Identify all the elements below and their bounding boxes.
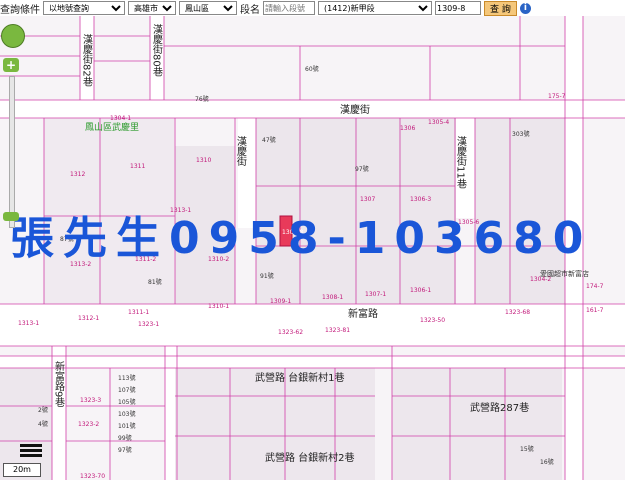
house-number: 47號 (262, 136, 276, 144)
house-number: 4號 (38, 420, 48, 428)
lot-label: 1304-2 (530, 276, 551, 283)
house-number: 76號 (195, 95, 209, 103)
lot-label: 175-7 (548, 93, 566, 100)
lot-label: 1306-1 (410, 287, 431, 294)
house-number: 81號 (148, 278, 162, 286)
district-select[interactable]: 鳳山區 (179, 1, 237, 15)
lot-label: 1323-70 (80, 473, 105, 480)
house-number: 16號 (540, 458, 554, 466)
zoom-slider-track[interactable] (9, 76, 15, 228)
lot-label: 1311-1 (128, 309, 149, 316)
house-number: 97號 (118, 446, 132, 454)
house-number: 60號 (305, 65, 319, 73)
lot-label: 1323-62 (278, 329, 303, 336)
road-label-wuqing-lane2: 武營路 台銀新村2巷 (265, 451, 355, 464)
house-number: 99號 (118, 434, 132, 442)
house-number: 303號 (512, 130, 529, 138)
lot-label: 1307-1 (365, 291, 386, 298)
house-number: 103號 (118, 410, 135, 418)
lot-label: 1306 (400, 125, 415, 132)
pan-rosette-icon[interactable] (1, 24, 25, 48)
lot-label: 174-7 (586, 283, 604, 290)
lot-label: 1323-50 (420, 317, 445, 324)
lot-label: 1323-68 (505, 309, 530, 316)
road-label-lane-82: 漢慶街82巷 (81, 33, 93, 87)
house-number: 97號 (355, 165, 369, 173)
road-label-hanqing: 漢慶街 (340, 103, 370, 116)
road-label-xinfu-9: 新富路9巷 (53, 360, 65, 408)
house-number: 2號 (38, 406, 48, 414)
map-scale: 20m (3, 463, 41, 477)
house-number: 107號 (118, 386, 135, 394)
lot-label: 161-7 (586, 307, 604, 314)
house-number: 105號 (118, 398, 135, 406)
overlay-ad-text: 張先生0958-103680 (10, 213, 593, 264)
lot-label: 1313-1 (18, 320, 39, 327)
search-button[interactable]: 查 詢 (484, 0, 517, 16)
query-toolbar: 查詢條件 以地號查詢 高雄市 鳳山區 段名 (1412)新甲段 查 詢 i (0, 0, 625, 16)
section-select[interactable]: (1412)新甲段 (318, 1, 432, 15)
house-number: 101號 (118, 422, 135, 430)
lot-label: 1309-1 (270, 298, 291, 305)
village-label: 鳳山區武慶里 (85, 121, 139, 133)
lot-label: 1304-1 (110, 115, 131, 122)
lot-label: 1310 (196, 157, 211, 164)
lot-label: 1323-3 (80, 397, 101, 404)
lot-number-input[interactable] (435, 1, 481, 15)
road-label-xinfu: 新富路 (348, 307, 378, 320)
query-type-select[interactable]: 以地號查詢 (43, 1, 125, 15)
road-label-lane-80: 漢慶街80巷 (151, 23, 163, 77)
lot-label: 1312-1 (78, 315, 99, 322)
road-label-wuqing-lane1: 武營路 台銀新村1巷 (255, 371, 345, 384)
zoom-in-button[interactable]: + (3, 58, 19, 72)
house-number: 91號 (260, 272, 274, 280)
lot-label: 1311 (130, 163, 145, 170)
info-icon[interactable]: i (519, 2, 531, 14)
city-select[interactable]: 高雄市 (128, 1, 176, 15)
road-label-hanqing-11: 漢慶街11巷 (455, 135, 467, 189)
road-label-wuqing-287: 武營路287巷 (470, 401, 529, 414)
section-label: 段名 (240, 4, 260, 16)
road-label-hanqing-lane: 漢慶街 (235, 135, 247, 167)
house-number: 113號 (118, 374, 135, 382)
house-number: 15號 (520, 445, 534, 453)
query-label: 查詢條件 (0, 4, 40, 16)
zoom-control[interactable]: + (0, 24, 25, 234)
lot-label: 1312 (70, 171, 85, 178)
zoom-slider-handle[interactable] (3, 212, 19, 221)
lot-label: 1305-4 (428, 119, 449, 126)
menu-list-icon[interactable] (20, 442, 42, 460)
lot-label: 1323-81 (325, 327, 350, 334)
lot-label: 1310-1 (208, 303, 229, 310)
section-input[interactable] (263, 1, 315, 15)
lot-label: 1323-2 (78, 421, 99, 428)
lot-label: 1308-1 (322, 294, 343, 301)
lot-label: 1323-1 (138, 321, 159, 328)
